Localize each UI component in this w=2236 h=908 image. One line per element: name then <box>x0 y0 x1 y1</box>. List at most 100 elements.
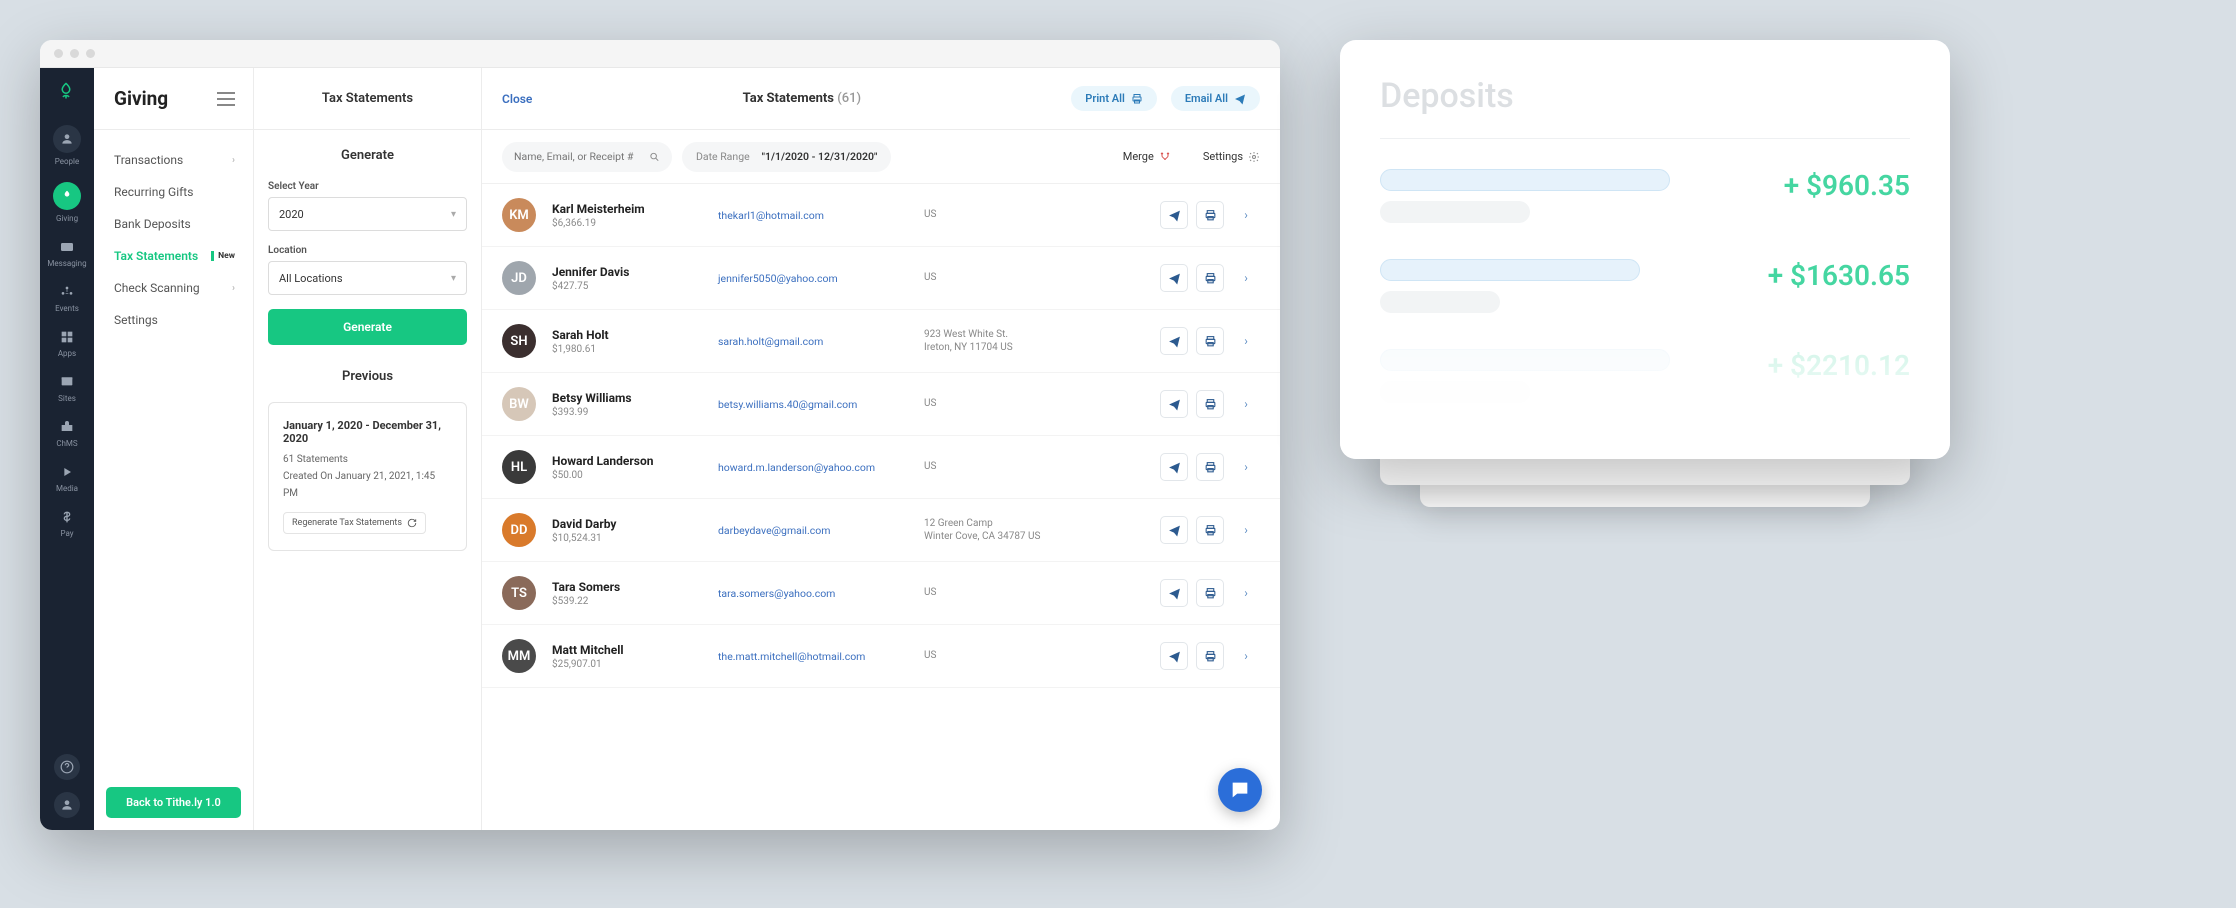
print-button[interactable] <box>1196 201 1224 229</box>
sidebar-item[interactable]: Tax StatementsNew <box>94 240 253 272</box>
send-icon <box>1168 335 1181 348</box>
rail-item-messaging[interactable]: Messaging <box>40 230 94 275</box>
person-email: darbeydave@gmail.com <box>718 524 908 537</box>
statement-row[interactable]: SH Sarah Holt $1,980.61 sarah.holt@gmail… <box>482 310 1280 373</box>
send-button[interactable] <box>1160 579 1188 607</box>
merge-button[interactable]: Merge <box>1123 150 1171 163</box>
print-button[interactable] <box>1196 264 1224 292</box>
back-button[interactable]: Back to Tithe.ly 1.0 <box>106 787 241 818</box>
print-button[interactable] <box>1196 579 1224 607</box>
send-button[interactable] <box>1160 201 1188 229</box>
print-button[interactable] <box>1196 390 1224 418</box>
menu-icon[interactable] <box>217 92 235 106</box>
person-amount: $393.99 <box>552 407 702 418</box>
date-range-filter[interactable]: Date Range "1/1/2020 - 12/31/2020" <box>682 142 891 172</box>
person-email: tara.somers@yahoo.com <box>718 587 908 600</box>
generate-button[interactable]: Generate <box>268 309 467 345</box>
send-button[interactable] <box>1160 642 1188 670</box>
sidebar-item[interactable]: Recurring Gifts <box>94 176 253 208</box>
rail-item-giving[interactable]: Giving <box>40 173 94 230</box>
sidebar-item-label: Bank Deposits <box>114 217 191 231</box>
deposit-row: + $960.35 <box>1380 169 1910 223</box>
avatar: HL <box>502 450 536 484</box>
printer-icon <box>1204 587 1217 600</box>
send-button[interactable] <box>1160 453 1188 481</box>
sidebar-item[interactable]: Bank Deposits <box>94 208 253 240</box>
statement-row[interactable]: MM Matt Mitchell $25,907.01 the.matt.mit… <box>482 625 1280 688</box>
avatar: JD <box>502 261 536 295</box>
send-button[interactable] <box>1160 264 1188 292</box>
statement-row[interactable]: KM Karl Meisterheim $6,366.19 thekarl1@h… <box>482 184 1280 247</box>
row-expand[interactable]: › <box>1232 390 1260 418</box>
settings-button[interactable]: Settings <box>1203 150 1260 163</box>
statement-row[interactable]: BW Betsy Williams $393.99 betsy.williams… <box>482 373 1280 436</box>
rail-label: Giving <box>56 214 78 223</box>
rail-item-apps[interactable]: Apps <box>40 320 94 365</box>
stack-layer <box>1420 467 1870 507</box>
send-button[interactable] <box>1160 516 1188 544</box>
person-name: Sarah Holt <box>552 328 702 342</box>
print-all-button[interactable]: Print All <box>1071 86 1157 111</box>
sidebar-item[interactable]: Transactions› <box>94 144 253 176</box>
previous-title: Previous <box>268 369 467 384</box>
print-button[interactable] <box>1196 516 1224 544</box>
logo-icon <box>57 82 77 102</box>
rail-item-sites[interactable]: Sites <box>40 365 94 410</box>
row-expand[interactable]: › <box>1232 327 1260 355</box>
person-address: US <box>924 271 1094 285</box>
app-window: People Giving Messaging Events Apps Site… <box>40 40 1280 830</box>
close-link[interactable]: Close <box>502 92 532 106</box>
print-button[interactable] <box>1196 453 1224 481</box>
row-expand[interactable]: › <box>1232 264 1260 292</box>
row-expand[interactable]: › <box>1232 642 1260 670</box>
row-expand[interactable]: › <box>1232 453 1260 481</box>
sidebar-item-label: Transactions <box>114 153 183 167</box>
rail-item-people[interactable]: People <box>40 116 94 173</box>
sidebar-title: Giving <box>114 87 168 110</box>
statement-row[interactable]: HL Howard Landerson $50.00 howard.m.land… <box>482 436 1280 499</box>
rail-label: Sites <box>58 394 76 403</box>
regenerate-label: Regenerate Tax Statements <box>292 518 402 528</box>
statement-row[interactable]: JD Jennifer Davis $427.75 jennifer5050@y… <box>482 247 1280 310</box>
sidebar-item[interactable]: Check Scanning› <box>94 272 253 304</box>
email-all-button[interactable]: Email All <box>1171 86 1260 111</box>
send-button[interactable] <box>1160 327 1188 355</box>
rail-item-media[interactable]: Media <box>40 455 94 500</box>
avatar: MM <box>502 639 536 673</box>
chat-fab[interactable] <box>1218 768 1262 812</box>
printer-icon <box>1204 650 1217 663</box>
statement-row[interactable]: DD David Darby $10,524.31 darbeydave@gma… <box>482 499 1280 562</box>
window-dot <box>54 49 63 58</box>
window-dot <box>86 49 95 58</box>
avatar: KM <box>502 198 536 232</box>
location-select[interactable]: All Locations ▾ <box>268 261 467 295</box>
send-button[interactable] <box>1160 390 1188 418</box>
placeholder-bar <box>1380 259 1640 281</box>
help-button[interactable] <box>54 754 80 780</box>
rail-item-pay[interactable]: Pay <box>40 500 94 545</box>
statement-row[interactable]: TS Tara Somers $539.22 tara.somers@yahoo… <box>482 562 1280 625</box>
printer-icon <box>1204 209 1217 222</box>
search-input-wrap[interactable] <box>502 142 672 172</box>
print-all-label: Print All <box>1085 92 1125 105</box>
previous-count: 61 Statements <box>283 451 452 468</box>
chevron-down-icon: ▾ <box>451 273 456 284</box>
print-button[interactable] <box>1196 642 1224 670</box>
person-email: howard.m.landerson@yahoo.com <box>718 461 908 474</box>
search-input[interactable] <box>514 150 649 163</box>
rail-item-events[interactable]: Events <box>40 275 94 320</box>
year-select[interactable]: 2020 ▾ <box>268 197 467 231</box>
refresh-icon <box>407 518 417 528</box>
regenerate-button[interactable]: Regenerate Tax Statements <box>283 512 426 534</box>
user-button[interactable] <box>54 792 80 818</box>
person-name: Howard Landerson <box>552 454 702 468</box>
sidebar-item[interactable]: Settings <box>94 304 253 336</box>
row-expand[interactable]: › <box>1232 201 1260 229</box>
row-expand[interactable]: › <box>1232 516 1260 544</box>
year-value: 2020 <box>279 208 304 221</box>
rail-item-chms[interactable]: ChMS <box>40 410 94 455</box>
print-button[interactable] <box>1196 327 1224 355</box>
send-icon <box>1168 398 1181 411</box>
row-expand[interactable]: › <box>1232 579 1260 607</box>
avatar: TS <box>502 576 536 610</box>
